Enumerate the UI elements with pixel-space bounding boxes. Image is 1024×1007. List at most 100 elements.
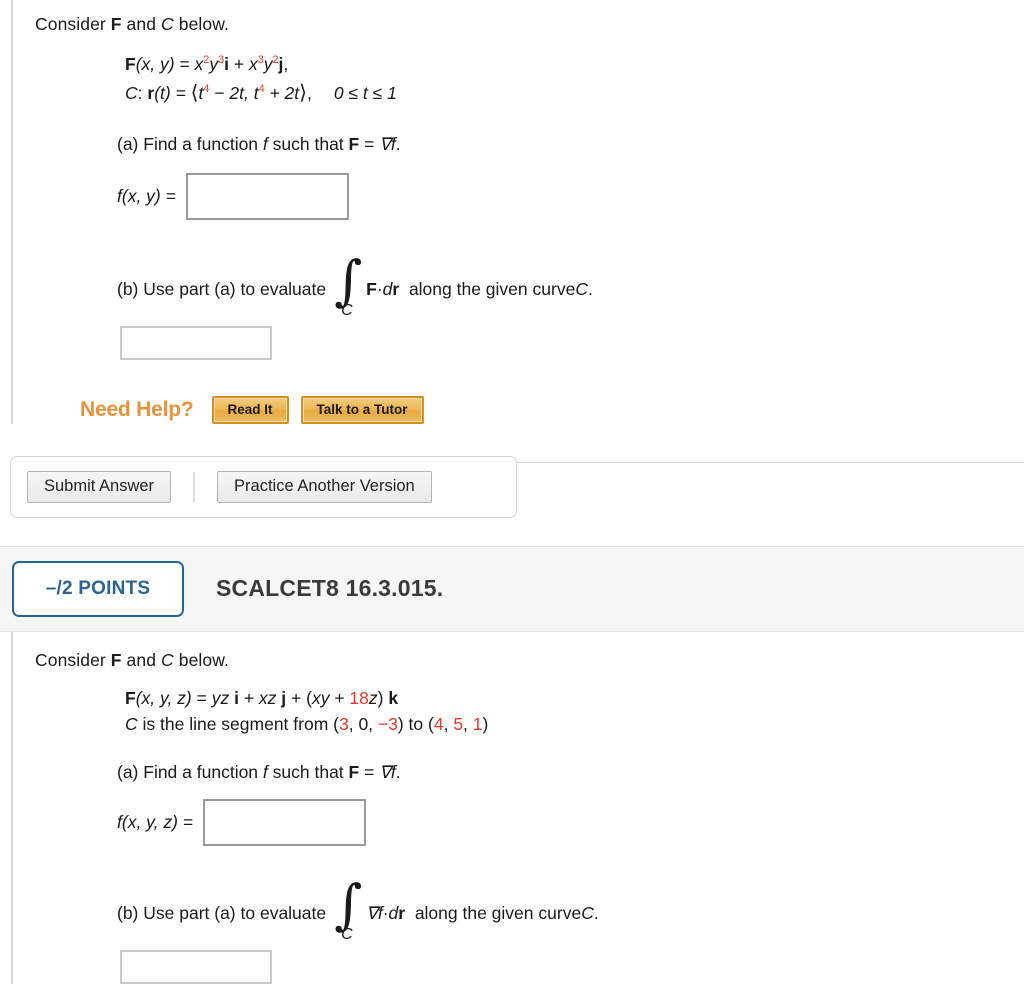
angle-close: ⟩ [299, 81, 307, 104]
formula-F-tail: , [283, 54, 289, 75]
problem-title: SCALCET8 16.3.015. [216, 575, 444, 602]
angle-open: ⟨ [190, 81, 199, 104]
differential-d-2: d [388, 903, 399, 924]
unit-vector-k: k [388, 688, 399, 709]
curve-label: C [125, 82, 138, 103]
practice-another-version-button[interactable]: Practice Another Version [217, 470, 432, 503]
formula-plus: + [228, 54, 249, 75]
problem-2-intro: Consider F and C below. [35, 648, 1024, 673]
formula2-plus3: + [329, 688, 350, 709]
part2-a-equals: = [359, 761, 380, 782]
problem-2-answer-b-row [120, 949, 1024, 984]
formula-vector-field: F(x, y) = x2y3i + x3y2j, [125, 51, 1024, 77]
problem-1: Consider F and C below. F(x, y) = x2y3i … [0, 0, 1024, 518]
integral-glyph: ∫ [334, 248, 363, 312]
integral-subscript: C [341, 301, 353, 319]
part-a-equals: = [359, 133, 380, 154]
problem-1-answer-b-row [120, 325, 1024, 360]
problem-1-answer-a-row: f(x, y) = [117, 172, 1024, 220]
part2-a-prefix: (a) Find a function [117, 761, 263, 782]
problem-1-part-a: (a) Find a function f such that F = ∇f. [117, 134, 1024, 155]
formula2-F-args: (x, y, z) [135, 688, 192, 709]
problem-2-body: Consider F and C below. F(x, y, z) = yz … [0, 631, 1024, 984]
answer-a-input[interactable] [185, 172, 349, 220]
curve2-comma3: , [443, 714, 454, 735]
answer2-a-label: f(x, y, z) = [117, 811, 193, 832]
formula2-vector-field: F(x, y, z) = yz i + xz j + (xy + 18z) k [125, 685, 1024, 711]
part-a-prefix: (a) Find a function [117, 133, 263, 154]
point2-z: 1 [472, 714, 483, 735]
point1-y: 0 [358, 714, 369, 735]
intro2-suffix: below. [173, 649, 229, 670]
formula2-close-paren: ) [377, 688, 389, 709]
point2-y: 5 [453, 714, 464, 735]
part2-b-prefix: (b) Use part (a) to evaluate [117, 903, 327, 924]
action-card-tail-rule [517, 461, 1024, 463]
curve-colon: : [137, 82, 148, 103]
action-divider [193, 471, 196, 502]
need-help-label: Need Help? [80, 397, 194, 421]
intro2-prefix: Consider [35, 649, 111, 670]
intro-mid: and [121, 14, 162, 34]
answer2-b-input[interactable] [120, 949, 272, 984]
part-a-F: F [348, 133, 360, 154]
formula2-term2: xz [258, 688, 277, 709]
formula2-coefficient: 18 [349, 688, 369, 709]
problem-1-formulas: F(x, y) = x2y3i + x3y2j, C: r(t) = ⟨t4 −… [125, 51, 1024, 107]
integral-icon: ∫ C [334, 253, 364, 319]
part-a-gradient: ∇f [379, 133, 396, 154]
part2-b-period: . [593, 903, 599, 924]
part-b-curve: C [575, 279, 588, 300]
problem-2-part-a: (a) Find a function f such that F = ∇f. [117, 762, 1024, 783]
problem-1-body: Consider F and C below. F(x, y) = x2y3i … [0, 0, 1024, 424]
problem-2-answer-a-row: f(x, y, z) = [117, 798, 1024, 846]
part-b-suffix: along the given curve [408, 279, 576, 300]
term1-base: x [194, 54, 204, 75]
integral-icon-2: ∫ C [334, 877, 364, 943]
part-b-prefix: (b) Use part (a) to evaluate [117, 279, 327, 300]
term2-base: x [248, 54, 258, 75]
intro2-vector-F: F [110, 649, 122, 670]
formula-F-symbol: F [125, 54, 136, 75]
point2-x: 4 [433, 714, 444, 735]
problem-2-part-b: (b) Use part (a) to evaluate ∫ C ∇f · dr… [117, 877, 1024, 943]
part-a-period: . [395, 133, 401, 154]
curve2-text2: ) to ( [397, 714, 434, 735]
parameter-range: 0 ≤ t ≤ 1 [333, 82, 397, 103]
formula-F-equals: = [174, 54, 195, 75]
part-b-period: . [587, 279, 593, 300]
formula2-term3: xy [311, 688, 330, 709]
answer-b-input[interactable] [120, 325, 272, 360]
formula2-plus2: + ( [286, 688, 312, 709]
curve-comma: , [307, 82, 312, 103]
intro2-mid: and [121, 649, 162, 670]
talk-to-tutor-button[interactable]: Talk to a Tutor [300, 395, 424, 424]
formula2-equals: = [191, 688, 212, 709]
integral-glyph-2: ∫ [334, 872, 363, 936]
formula2-F-symbol: F [125, 688, 136, 709]
differential-r: r [392, 279, 400, 300]
part2-a-period: . [395, 761, 401, 782]
integrand-F: F [366, 279, 377, 300]
part2-a-F: F [348, 761, 360, 782]
answer-a-label: f(x, y) = [117, 185, 176, 206]
problem-1-intro: Consider F and C below. [35, 12, 1024, 37]
points-badge: –/2 POINTS [12, 560, 184, 617]
formula2-plus1: + [238, 688, 259, 709]
read-it-button[interactable]: Read It [211, 395, 289, 424]
submit-answer-button[interactable]: Submit Answer [27, 470, 172, 503]
term1-var: y [209, 54, 219, 75]
answer2-a-input[interactable] [203, 798, 366, 846]
intro-prefix: Consider [35, 14, 111, 34]
formula-F-args: (x, y) [135, 54, 175, 75]
problem-1-action-card: Submit Answer Practice Another Version [10, 455, 517, 518]
formula-curve: C: r(t) = ⟨t4 − 2t, t4 + 2t⟩, 0 ≤ t ≤ 1 [125, 78, 1024, 108]
formula2-curve: C is the line segment from (3, 0, −3) to… [125, 711, 1024, 737]
curve2-comma4: , [463, 714, 473, 735]
comp1-rest: − 2t, [209, 82, 254, 103]
intro-suffix: below. [173, 14, 229, 34]
part2-a-gradient: ∇f [379, 761, 396, 782]
problem-2-formulas: F(x, y, z) = yz i + xz j + (xy + 18z) k … [125, 685, 1024, 738]
formula2-term3b: z [368, 688, 378, 709]
